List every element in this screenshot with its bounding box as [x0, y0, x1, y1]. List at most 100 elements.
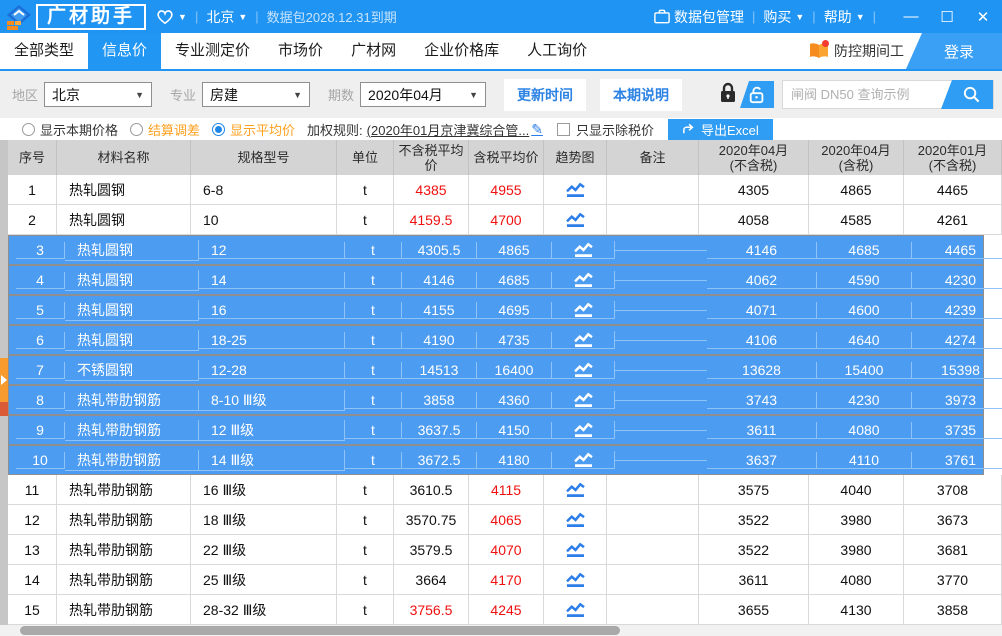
cell-remark — [607, 475, 699, 505]
trend-chart-icon — [572, 241, 595, 258]
cell-m04-inc: 4585 — [809, 205, 904, 235]
header-remark: 备注 — [607, 140, 699, 175]
cell-trend[interactable] — [544, 175, 607, 205]
cell-m04-inc: 4600 — [817, 302, 912, 319]
cell-trend[interactable] — [544, 595, 607, 625]
table-row[interactable]: 6热轧圆钢18-25t41904735410646404274 — [8, 325, 984, 355]
cell-remark — [607, 205, 699, 235]
tab-market-price[interactable]: 市场价 — [264, 33, 337, 69]
tab-gc-net[interactable]: 广材网 — [337, 33, 410, 69]
horizontal-scrollbar-thumb[interactable] — [20, 626, 620, 635]
table-row[interactable]: 8热轧带肋钢筋8-10 Ⅲ级t38584360374342303973 — [8, 385, 984, 415]
lock-closed-icon[interactable] — [718, 81, 738, 108]
cell-m04-ex: 3522 — [699, 535, 809, 565]
table-row[interactable]: 10热轧带肋钢筋14 Ⅲ级t3672.54180363741103761 — [8, 445, 984, 475]
cell-trend[interactable] — [552, 271, 615, 289]
cell-name: 热轧圆钢 — [65, 330, 199, 351]
table-row[interactable]: 1热轧圆钢6-8t43854955430548654465 — [8, 175, 1002, 205]
cell-name: 不锈圆钢 — [65, 360, 199, 381]
update-time-button[interactable]: 更新时间 — [504, 79, 586, 111]
search-input[interactable] — [783, 82, 941, 107]
cell-trend[interactable] — [544, 205, 607, 235]
side-panel-expander[interactable] — [0, 358, 8, 402]
cell-trend[interactable] — [552, 361, 615, 379]
table-row[interactable]: 7不锈圆钢12-28t1451316400136281540015398 — [8, 355, 984, 385]
table-row[interactable]: 14热轧带肋钢筋25 Ⅲ级t36644170361140803770 — [8, 565, 1002, 595]
period-note-button[interactable]: 本期说明 — [600, 79, 682, 111]
cell-trend[interactable] — [552, 241, 615, 259]
cell-trend[interactable] — [552, 301, 615, 319]
table-row[interactable]: 5热轧圆钢16t41554695407146004239 — [8, 295, 984, 325]
lock-open-icon[interactable] — [740, 81, 774, 108]
export-excel-button[interactable]: 导出Excel — [668, 119, 773, 140]
cell-inc-avg: 4170 — [469, 565, 544, 595]
weight-rule-link[interactable]: (2020年01月京津冀综合管... — [367, 120, 530, 139]
notice-banner[interactable]: 防控期间工 — [808, 41, 906, 61]
region-select[interactable]: 北京 ▼ — [44, 82, 152, 107]
tab-info-price[interactable]: 信息价 — [88, 33, 161, 69]
table-row[interactable]: 3热轧圆钢12t4305.54865414646854465 — [8, 235, 984, 265]
table-header-row: 序号 材料名称 规格型号 单位 不含税平均价 含税平均价 趋势图 备注 2020… — [8, 140, 1002, 175]
cell-m01-ex: 4261 — [904, 205, 1002, 235]
radio-settlement-adjust[interactable] — [130, 123, 143, 136]
table-row[interactable]: 15热轧带肋钢筋28-32 Ⅲ级t3756.54245365541303858 — [8, 595, 1002, 625]
cell-remark — [615, 430, 707, 431]
cell-spec: 6-8 — [191, 175, 337, 205]
maximize-button[interactable]: ☐ — [938, 8, 956, 26]
table-row[interactable]: 11热轧带肋钢筋16 Ⅲ级t3610.54115357540403708 — [8, 475, 1002, 505]
tab-all-types[interactable]: 全部类型 — [0, 33, 88, 69]
cell-trend[interactable] — [552, 331, 615, 349]
cell-seq: 14 — [8, 565, 57, 595]
period-select[interactable]: 2020年04月 ▼ — [360, 82, 486, 107]
search-box — [782, 80, 994, 109]
help-menu[interactable]: 帮助 ▼ — [824, 7, 865, 27]
cell-m04-ex: 4305 — [699, 175, 809, 205]
separator: | — [195, 9, 198, 24]
login-button[interactable]: 登录 — [906, 33, 1002, 69]
cell-unit: t — [337, 175, 394, 205]
search-button[interactable] — [941, 80, 993, 109]
cell-name: 热轧带肋钢筋 — [65, 450, 199, 471]
tab-labor-inquiry[interactable]: 人工询价 — [513, 33, 601, 69]
cell-ex-avg: 3579.5 — [394, 535, 469, 565]
cell-inc-avg: 4685 — [477, 272, 552, 289]
tab-pro-price[interactable]: 专业测定价 — [161, 33, 264, 69]
cell-trend[interactable] — [544, 505, 607, 535]
tax-only-checkbox[interactable] — [557, 123, 570, 136]
table-row[interactable]: 9热轧带肋钢筋12 Ⅲ级t3637.54150361140803735 — [8, 415, 984, 445]
header-ex-tax-avg: 不含税平均价 — [394, 140, 469, 175]
radio-average-price[interactable] — [212, 123, 225, 136]
horizontal-scrollbar — [0, 625, 1002, 636]
favorite-heart-icon[interactable]: ▼ — [156, 9, 187, 25]
cell-trend[interactable] — [552, 421, 615, 439]
table-row[interactable]: 13热轧带肋钢筋22 Ⅲ级t3579.54070352239803681 — [8, 535, 1002, 565]
edit-pencil-icon[interactable]: ✎ — [531, 121, 543, 138]
cell-unit: t — [337, 475, 394, 505]
cell-m01-ex: 3770 — [904, 565, 1002, 595]
table-row[interactable]: 4热轧圆钢14t41464685406245904230 — [8, 265, 984, 295]
close-button[interactable]: ✕ — [974, 8, 992, 26]
trend-chart-icon — [564, 601, 587, 618]
cell-trend[interactable] — [544, 475, 607, 505]
cell-unit: t — [345, 272, 402, 289]
trend-chart-icon — [572, 361, 595, 378]
search-icon — [962, 85, 981, 104]
major-select[interactable]: 房建 ▼ — [202, 82, 310, 107]
cell-trend[interactable] — [552, 391, 615, 409]
tab-enterprise-db[interactable]: 企业价格库 — [410, 33, 513, 69]
cell-trend[interactable] — [544, 535, 607, 565]
city-selector[interactable]: 北京 ▼ — [206, 7, 247, 27]
cell-trend[interactable] — [544, 565, 607, 595]
buy-menu[interactable]: 购买 ▼ — [763, 7, 804, 27]
cell-m01-ex: 3708 — [904, 475, 1002, 505]
table-row[interactable]: 2热轧圆钢10t4159.54700405845854261 — [8, 205, 1002, 235]
table-row[interactable]: 12热轧带肋钢筋18 Ⅲ级t3570.754065352239803673 — [8, 505, 1002, 535]
cell-trend[interactable] — [552, 451, 615, 469]
cell-m01-ex: 3673 — [904, 505, 1002, 535]
separator: | — [873, 9, 876, 24]
radio-current-period[interactable] — [22, 123, 35, 136]
package-manage-button[interactable]: 数据包管理 — [654, 7, 744, 27]
cell-m04-ex: 3611 — [699, 565, 809, 595]
cell-unit: t — [337, 565, 394, 595]
minimize-button[interactable]: — — [902, 8, 920, 25]
